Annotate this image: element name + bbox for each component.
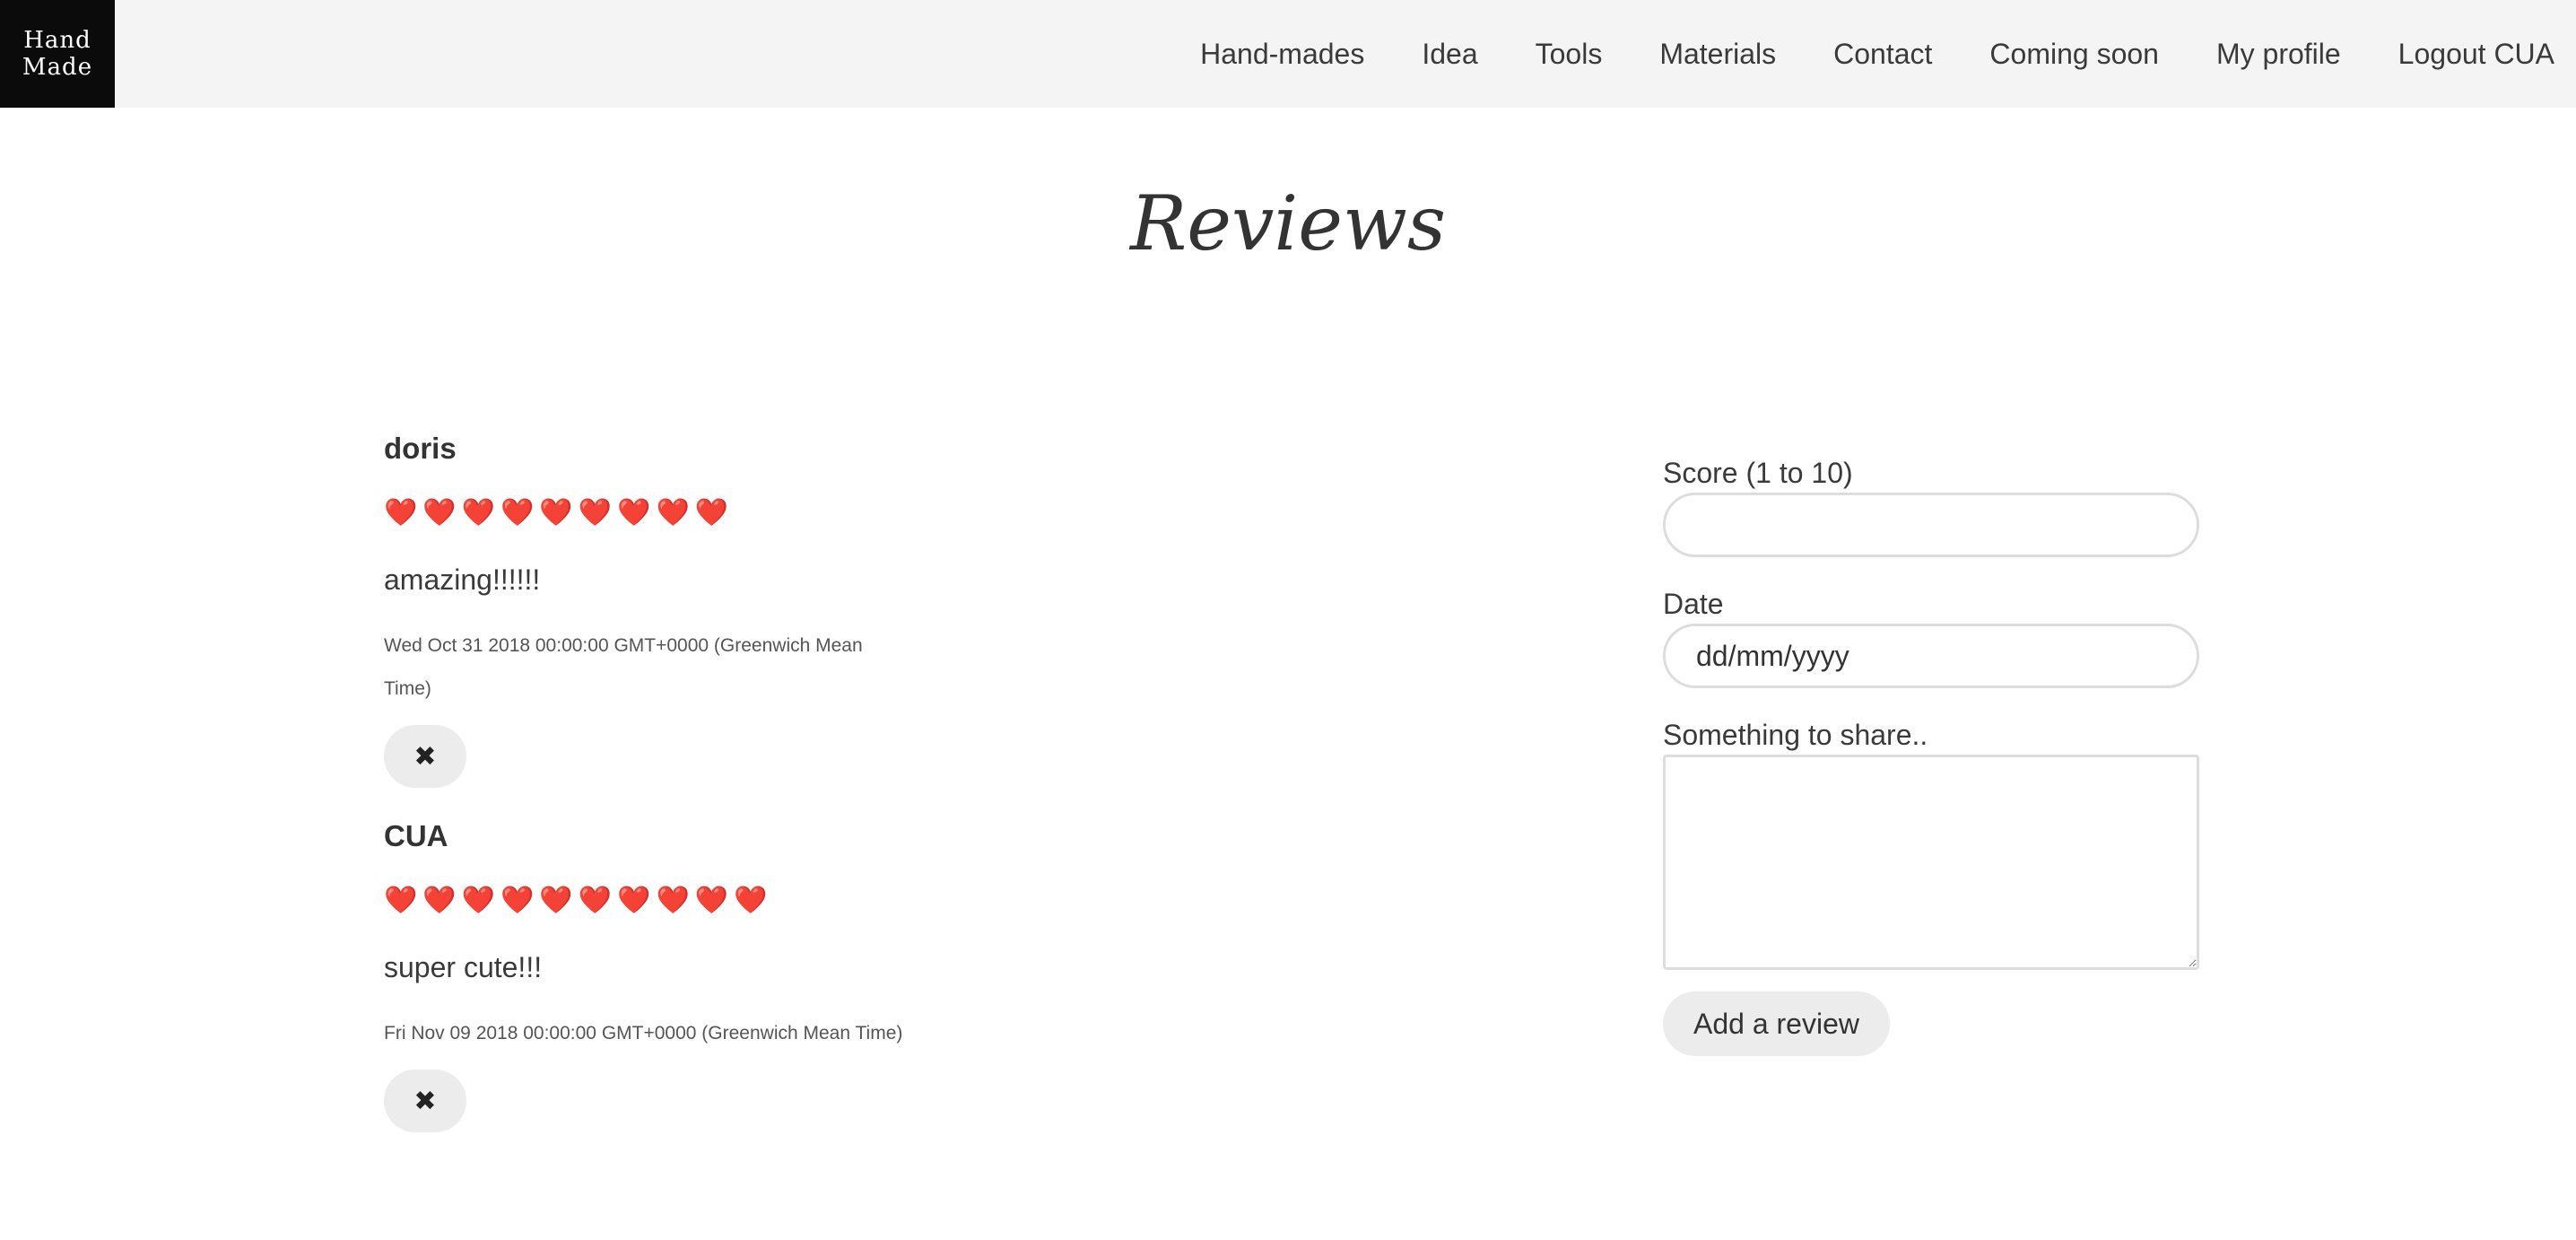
nav-link-idea[interactable]: Idea [1422,38,1477,71]
review-score-hearts: ❤️❤️❤️❤️❤️❤️❤️❤️❤️ [384,498,735,528]
review-author: CUA [384,819,448,852]
review-author: doris [384,432,457,465]
close-icon: ✖ [413,1086,437,1116]
review-date: Fri Nov 09 2018 00:00:00 GMT+0000 (Green… [384,1023,903,1044]
review-score-hearts: ❤️❤️❤️❤️❤️❤️❤️❤️❤️❤️ [384,886,773,915]
review-comment: amazing!!!!!! [384,563,541,596]
nav-links: Hand-mades Idea Tools Materials Contact … [1143,0,2554,108]
nav-link-tools[interactable]: Tools [1536,38,1603,71]
page-title: Reviews [1130,179,1446,267]
score-input[interactable] [1663,493,2199,557]
delete-review-button[interactable]: ✖ [384,1070,466,1132]
date-label: Date [1663,588,1724,620]
review-item: CUA ❤️❤️❤️❤️❤️❤️❤️❤️❤️❤️ super cute!!! F… [384,818,940,1206]
review-form: Score (1 to 10) Date Something to share.… [1663,453,2201,1056]
share-label: Something to share.. [1663,719,1928,751]
nav-link-contact[interactable]: Contact [1833,38,1932,71]
navbar: Hand Made Hand-mades Idea Tools Material… [0,0,2576,108]
reviews-list: doris ❤️❤️❤️❤️❤️❤️❤️❤️❤️ amazing!!!!!! W… [384,431,940,1206]
nav-link-logout[interactable]: Logout CUA [2398,38,2554,71]
close-icon: ✖ [413,741,437,772]
add-review-button[interactable]: Add a review [1663,991,1890,1056]
review-comment: super cute!!! [384,951,543,983]
delete-review-button[interactable]: ✖ [384,725,466,788]
logo-line-1: Hand [23,27,91,54]
logo[interactable]: Hand Made [0,0,115,108]
review-date: Wed Oct 31 2018 00:00:00 GMT+0000 (Green… [384,635,863,699]
nav-link-hand-mades[interactable]: Hand-mades [1200,38,1364,71]
share-textarea[interactable] [1663,755,2199,970]
nav-link-coming-soon[interactable]: Coming soon [1989,38,2159,71]
nav-link-materials[interactable]: Materials [1659,38,1776,71]
score-label: Score (1 to 10) [1663,457,1853,489]
logo-line-2: Made [22,54,93,81]
review-item: doris ❤️❤️❤️❤️❤️❤️❤️❤️❤️ amazing!!!!!! W… [384,431,940,818]
nav-link-my-profile[interactable]: My profile [2216,38,2341,71]
date-input[interactable] [1663,624,2199,688]
